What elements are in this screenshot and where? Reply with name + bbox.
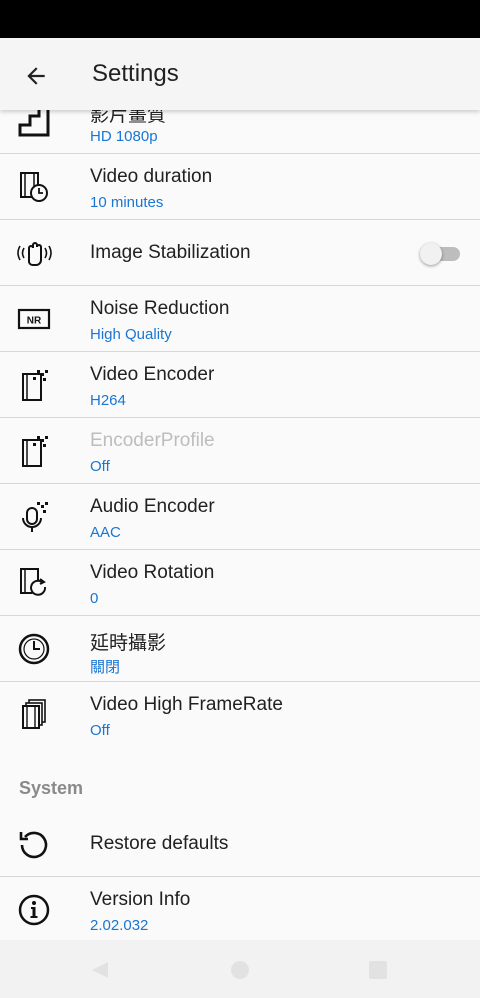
setting-value: High Quality: [90, 326, 172, 343]
status-bar: [0, 0, 480, 38]
setting-audio-encoder[interactable]: Audio Encoder AAC: [0, 484, 480, 550]
high-framerate-icon: [14, 696, 54, 734]
video-rotation-icon: [14, 564, 54, 602]
setting-title: Video High FrameRate: [90, 694, 283, 715]
app-bar: Settings: [0, 38, 480, 110]
setting-noise-reduction[interactable]: NR Noise Reduction High Quality: [0, 286, 480, 352]
nav-back-button[interactable]: [88, 958, 112, 982]
info-icon: [14, 891, 54, 929]
toggle-thumb: [420, 243, 442, 265]
setting-title: Audio Encoder: [90, 496, 215, 517]
setting-value: H264: [90, 392, 126, 409]
setting-title: Noise Reduction: [90, 298, 230, 319]
setting-value: 2.02.032: [90, 917, 149, 934]
setting-title: Video Encoder: [90, 364, 215, 385]
setting-title: 延時攝影: [90, 633, 167, 654]
setting-value: 0: [90, 590, 99, 607]
noise-reduction-icon: NR: [14, 300, 54, 338]
setting-value: HD 1080p: [90, 128, 158, 145]
nav-recents-button[interactable]: [366, 958, 390, 982]
video-timer-icon: [14, 168, 54, 206]
settings-list[interactable]: 影片畫質 HD 1080p Video duration 10 minutes: [0, 110, 480, 940]
setting-value: 10 minutes: [90, 194, 164, 211]
timelapse-clock-icon: [14, 630, 54, 668]
nav-recents-icon: [369, 961, 387, 979]
setting-title: Restore defaults: [90, 833, 229, 854]
setting-encoder-profile[interactable]: EncoderProfile Off: [0, 418, 480, 484]
stabilization-hand-icon: [14, 234, 54, 272]
video-encoder-icon: [14, 366, 54, 404]
setting-image-stabilization[interactable]: Image Stabilization: [0, 220, 480, 286]
restore-icon: [14, 825, 54, 863]
setting-title: Video duration: [90, 166, 213, 187]
section-header-system: System: [19, 778, 84, 798]
setting-title: 影片畫質: [90, 110, 167, 126]
navigation-bar: [0, 940, 480, 998]
nav-back-icon: [92, 962, 108, 978]
setting-title: Version Info: [90, 889, 191, 910]
stabilization-toggle[interactable]: [420, 241, 460, 265]
setting-value: Off: [90, 722, 110, 739]
setting-timelapse[interactable]: 延時攝影 關閉: [0, 616, 480, 682]
setting-restore-defaults[interactable]: Restore defaults: [0, 811, 480, 877]
nav-home-icon: [231, 961, 249, 979]
setting-high-framerate[interactable]: Video High FrameRate Off: [0, 682, 480, 748]
back-button[interactable]: [16, 56, 56, 96]
setting-version-info[interactable]: Version Info 2.02.032: [0, 877, 480, 940]
setting-value: Off: [90, 458, 110, 475]
svg-text:NR: NR: [27, 316, 42, 327]
setting-value: AAC: [90, 524, 121, 541]
setting-title: Image Stabilization: [90, 242, 251, 263]
setting-video-quality[interactable]: 影片畫質 HD 1080p: [0, 110, 480, 154]
encoder-profile-icon: [14, 432, 54, 470]
audio-encoder-icon: [14, 498, 54, 536]
nav-home-button[interactable]: [228, 958, 252, 982]
quality-steps-icon: [14, 110, 54, 140]
setting-title: Video Rotation: [90, 562, 215, 583]
setting-value: 關閉: [90, 659, 121, 676]
setting-video-duration[interactable]: Video duration 10 minutes: [0, 154, 480, 220]
setting-video-rotation[interactable]: Video Rotation 0: [0, 550, 480, 616]
page-title: Settings: [92, 60, 179, 87]
setting-video-encoder[interactable]: Video Encoder H264: [0, 352, 480, 418]
arrow-back-icon: [27, 67, 45, 85]
setting-title: EncoderProfile: [90, 430, 215, 451]
